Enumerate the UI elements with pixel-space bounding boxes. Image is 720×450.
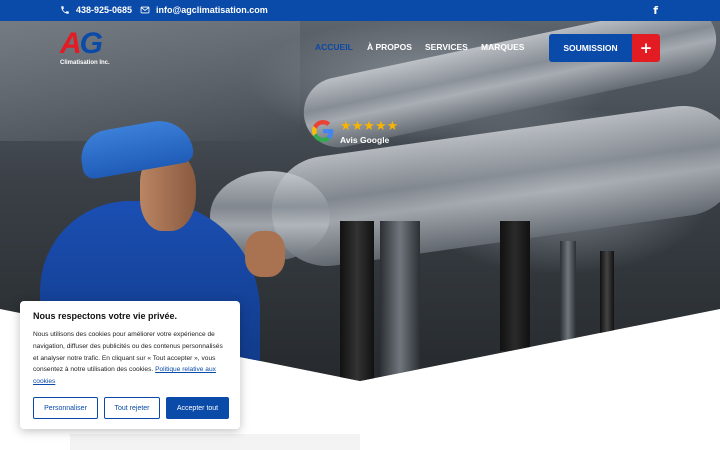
phone-link[interactable]: 438-925-0685 [60,5,132,15]
soumission-button[interactable]: SOUMISSION + [549,34,660,62]
nav-item-accueil[interactable]: ACCUEIL [315,42,353,52]
reject-all-button[interactable]: Tout rejeter [104,397,160,419]
email-address: info@agclimatisation.com [156,5,268,15]
pipe-shape [560,241,576,351]
nav-item-a-propos[interactable]: À PROPOS [367,42,412,52]
pipe-shape [600,251,614,341]
company-logo[interactable]: AG Climatisation Inc. [60,27,120,70]
cookie-text: Nous utilisons des cookies pour améliore… [33,329,227,388]
content-placeholder [70,434,360,450]
mail-icon [140,6,150,14]
google-icon [312,120,334,142]
soumission-label: SOUMISSION [549,34,632,62]
logo-subtitle: Climatisation Inc. [60,60,110,66]
logo-letter-g: G [79,27,103,60]
top-contact-bar: 438-925-0685 info@agclimatisation.com f [0,0,720,21]
cookie-buttons: Personnaliser Tout rejeter Accepter tout [33,397,229,419]
customize-button[interactable]: Personnaliser [33,397,98,419]
cookie-consent-dialog: Nous respectons votre vie privée. Nous u… [20,301,240,429]
phone-icon [61,6,69,14]
pipe-shape [500,221,530,351]
cookie-title: Nous respectons votre vie privée. [33,311,178,321]
worker-hand [245,231,285,277]
review-text-group: ★★★★★ Avis Google [340,120,398,145]
google-reviews-badge[interactable]: ★★★★★ Avis Google [312,120,398,145]
reviews-label: Avis Google [340,135,390,145]
pipe-shape [340,221,374,381]
accept-all-button[interactable]: Accepter tout [166,397,229,419]
rating-stars: ★★★★★ [340,119,399,134]
nav-item-marques[interactable]: MARQUES [481,42,524,52]
email-link[interactable]: info@agclimatisation.com [140,5,268,15]
facebook-icon[interactable]: f [653,4,658,17]
pipe-shape [380,221,420,381]
logo-letter-a: A [60,27,82,60]
nav-item-services[interactable]: SERVICES [425,42,468,52]
plus-icon: + [632,34,660,62]
phone-number: 438-925-0685 [76,5,133,15]
logo-mark: AG [60,27,120,60]
